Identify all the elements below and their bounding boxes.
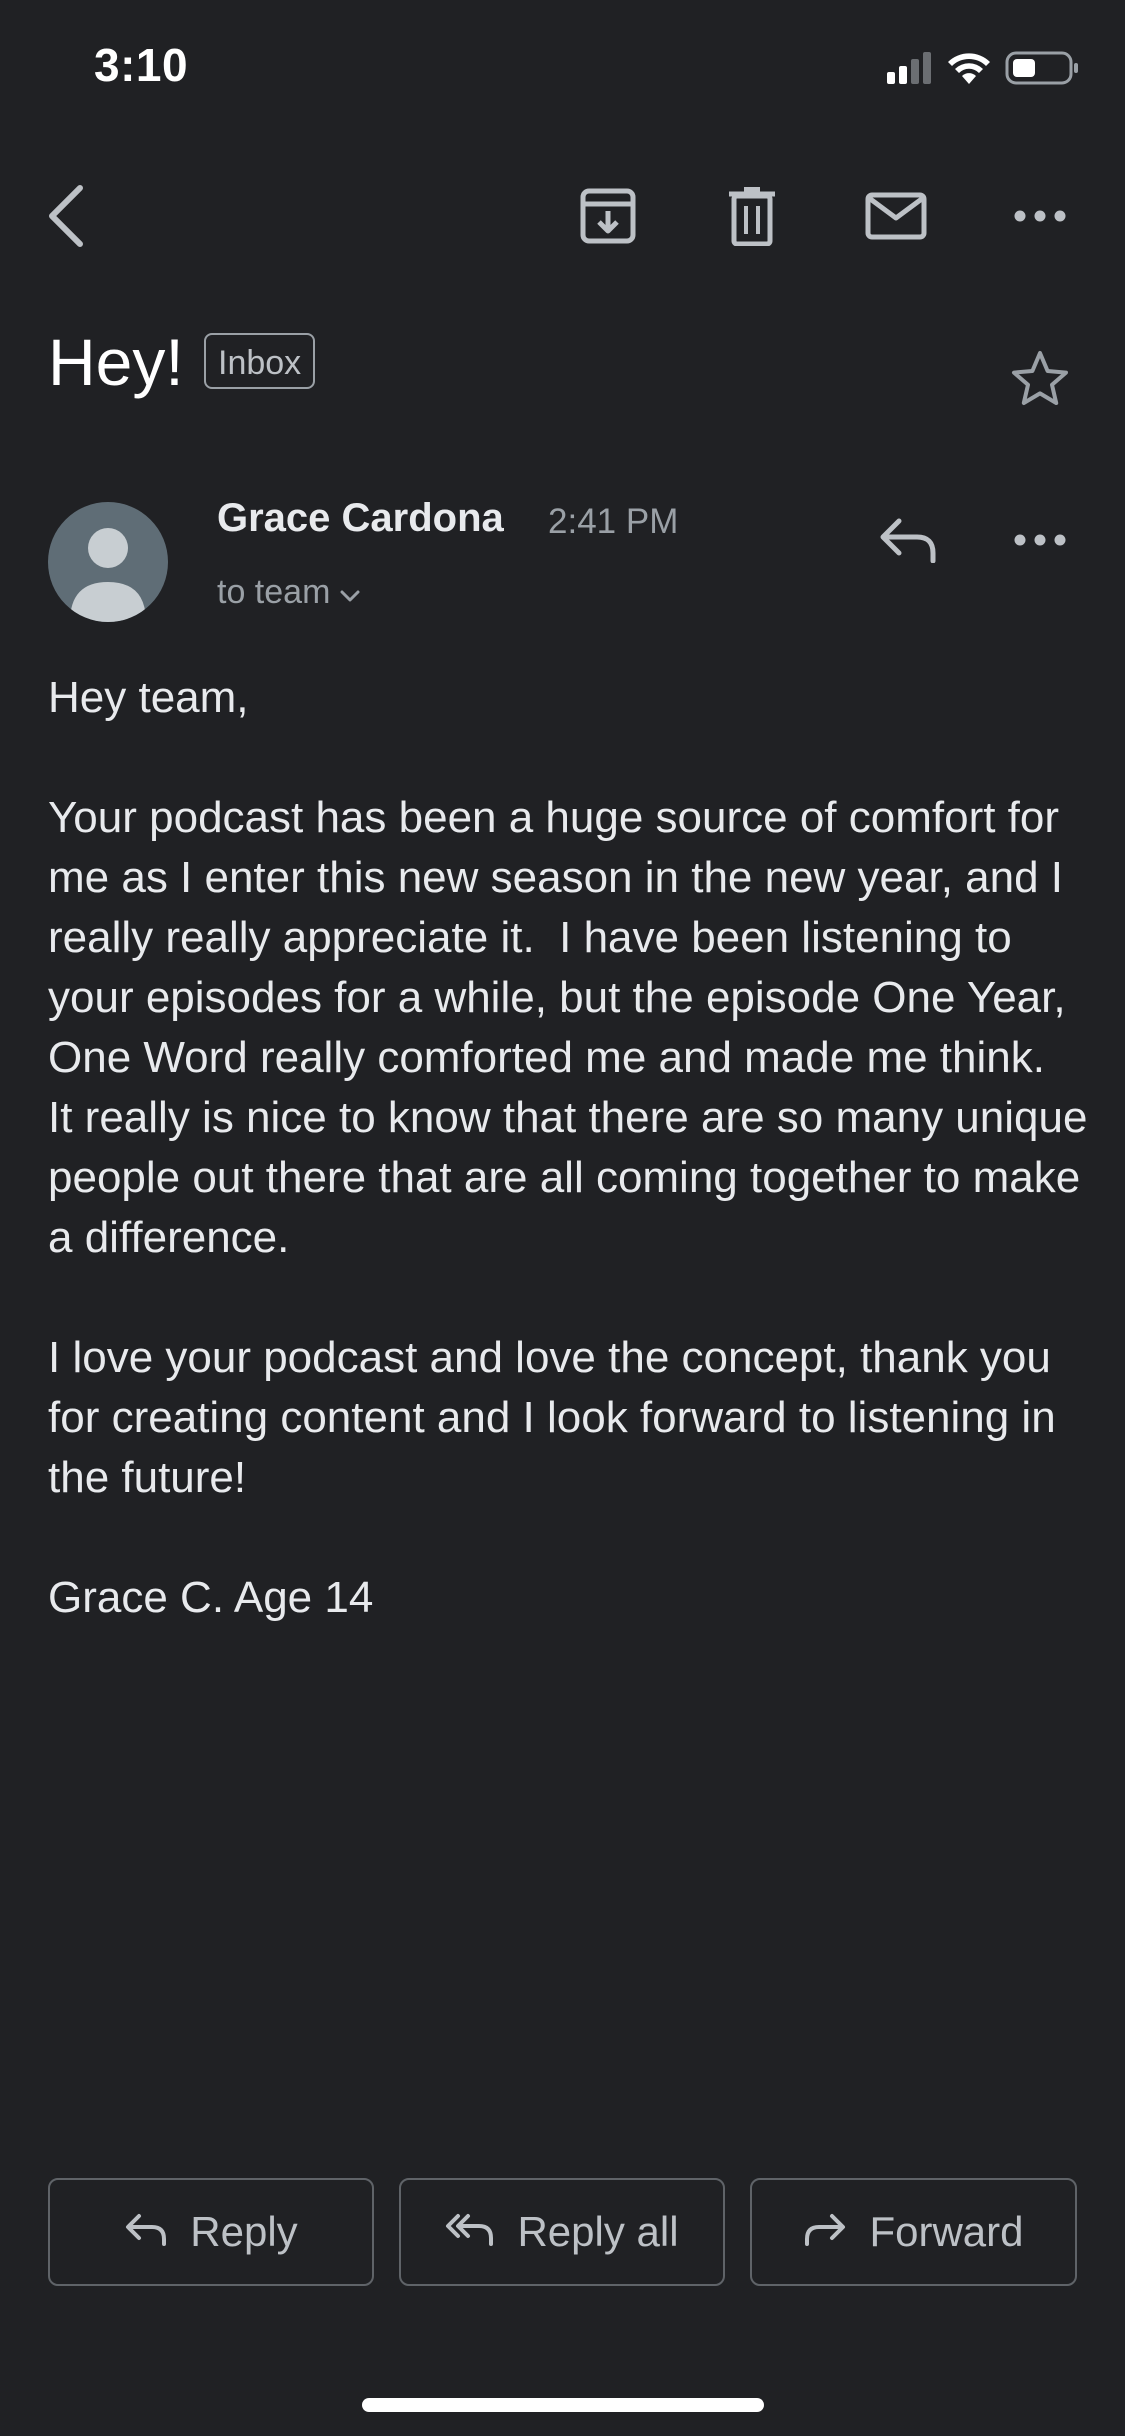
mark-unread-button[interactable] [856, 176, 936, 256]
sender-name: Grace Cardona [217, 496, 504, 540]
reply-all-label: Reply all [517, 2208, 679, 2255]
mark-unread-icon [865, 192, 927, 240]
body-paragraph: Your podcast has been a huge source of c… [48, 793, 1100, 1262]
star-button[interactable] [1000, 338, 1080, 418]
more-options-icon [1014, 210, 1066, 222]
inbox-label[interactable]: Inbox [204, 333, 316, 389]
body-signature: Grace C. Age 14 [48, 1573, 374, 1622]
reply-icon [879, 517, 937, 563]
back-button[interactable] [26, 176, 106, 256]
email-subject: Hey! [48, 325, 184, 399]
more-options-icon [1014, 534, 1066, 546]
trash-icon [727, 186, 777, 246]
reply-button-header[interactable] [868, 500, 948, 580]
avatar[interactable] [48, 502, 168, 622]
cellular-signal-icon [887, 51, 933, 89]
archive-icon [579, 187, 637, 245]
forward-button[interactable]: Forward [750, 2178, 1077, 2286]
status-icons [887, 50, 1079, 90]
status-time: 3:10 [94, 39, 189, 91]
wifi-icon [947, 51, 991, 90]
body-paragraph: I love your podcast and love the concept… [48, 1333, 1068, 1502]
reply-icon [124, 2208, 168, 2256]
star-icon [1010, 349, 1070, 407]
archive-button[interactable] [568, 176, 648, 256]
reply-label: Reply [190, 2208, 298, 2255]
message-more-button[interactable] [1000, 500, 1080, 580]
email-body: Hey team, Your podcast has been a huge s… [48, 668, 1088, 1688]
battery-icon [1005, 51, 1079, 90]
person-icon [70, 528, 146, 622]
chevron-down-icon [340, 573, 360, 612]
home-indicator[interactable] [362, 2398, 764, 2412]
email-time: 2:41 PM [548, 502, 679, 541]
recipients-toggle[interactable]: to team [217, 573, 360, 612]
reply-button[interactable]: Reply [48, 2178, 374, 2286]
back-arrow-icon [44, 184, 88, 248]
body-greeting: Hey team, [48, 673, 249, 722]
delete-button[interactable] [712, 176, 792, 256]
forward-label: Forward [869, 2208, 1024, 2255]
reply-all-icon [445, 2208, 495, 2256]
more-options-button[interactable] [1000, 176, 1080, 256]
reply-all-button[interactable]: Reply all [399, 2178, 725, 2286]
recipients-text: to team [217, 573, 331, 611]
forward-icon [803, 2208, 847, 2256]
